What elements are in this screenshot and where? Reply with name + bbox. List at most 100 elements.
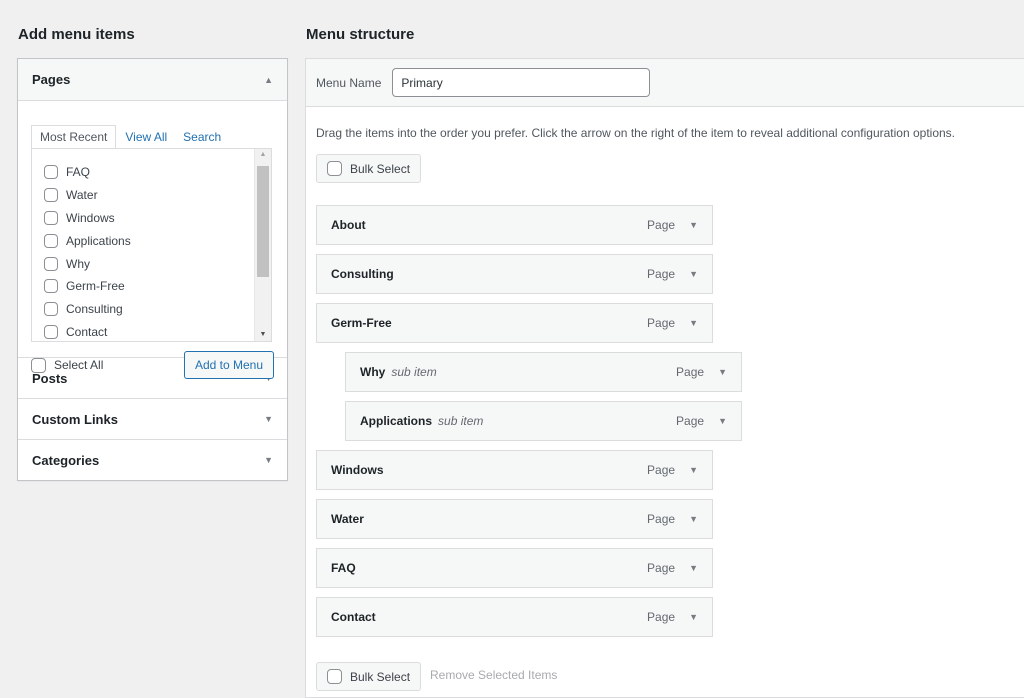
expand-arrow-icon[interactable]: ▼ bbox=[718, 416, 727, 426]
menu-item-title-text: FAQ bbox=[331, 561, 356, 575]
expand-arrow-icon[interactable]: ▼ bbox=[264, 455, 273, 465]
menu-item-title: Germ-Free bbox=[331, 316, 392, 330]
page-checkbox[interactable] bbox=[44, 324, 58, 339]
menu-item-type: Page bbox=[647, 316, 676, 330]
expand-arrow-icon[interactable]: ▼ bbox=[264, 414, 273, 424]
menu-item-title-text: About bbox=[331, 218, 366, 232]
page-checklist-item[interactable]: Germ-Free bbox=[44, 275, 271, 298]
custom-links-section-header[interactable]: Custom Links ▼ bbox=[18, 399, 287, 439]
expand-arrow-icon[interactable]: ▼ bbox=[689, 269, 698, 279]
page-checkbox[interactable] bbox=[44, 188, 58, 203]
menu-item[interactable]: Contact Page ▼ bbox=[316, 597, 713, 637]
collapse-arrow-icon[interactable]: ▲ bbox=[264, 75, 273, 85]
menu-item-title-text: Applications bbox=[360, 414, 433, 428]
menu-name-row: Menu Name bbox=[306, 59, 1024, 107]
bulk-select-button-top[interactable]: Bulk Select bbox=[316, 154, 422, 183]
drag-instructions: Drag the items into the order you prefer… bbox=[316, 126, 956, 140]
page-item-label: Germ-Free bbox=[66, 279, 125, 294]
custom-links-section: Custom Links ▼ bbox=[18, 398, 287, 439]
categories-section-header[interactable]: Categories ▼ bbox=[18, 440, 287, 480]
page-checklist-item[interactable]: FAQ bbox=[44, 161, 271, 184]
tab-most-recent[interactable]: Most Recent bbox=[31, 125, 117, 149]
menu-item-title: Water bbox=[331, 512, 364, 526]
tab-view-all[interactable]: View All bbox=[117, 126, 175, 148]
menu-item-title: Windows bbox=[331, 463, 384, 477]
sub-item-label: sub item bbox=[391, 365, 437, 379]
menu-item[interactable]: Water Page ▼ bbox=[316, 499, 713, 539]
expand-arrow-icon[interactable]: ▼ bbox=[718, 367, 727, 377]
expand-arrow-icon[interactable]: ▼ bbox=[689, 612, 698, 622]
expand-arrow-icon[interactable]: ▼ bbox=[689, 514, 698, 524]
select-all-checkbox[interactable]: Select All bbox=[31, 357, 103, 373]
menu-item-type: Page bbox=[647, 610, 676, 624]
menu-item-controls: Page ▼ bbox=[647, 463, 698, 477]
menu-item-type: Page bbox=[647, 561, 676, 575]
page-item-label: Windows bbox=[66, 210, 115, 225]
page-checklist-item[interactable]: Contact bbox=[44, 321, 271, 341]
menu-item-type: Page bbox=[647, 267, 676, 281]
pages-section-body: Most Recent View All Search FAQ Water Wind… bbox=[18, 101, 287, 379]
page-checkbox[interactable] bbox=[44, 233, 58, 248]
scroll-down-arrow-icon[interactable]: ▼ bbox=[255, 331, 271, 338]
menu-item[interactable]: FAQ Page ▼ bbox=[316, 548, 713, 588]
page-checkbox[interactable] bbox=[44, 279, 58, 294]
menu-item[interactable]: Why sub item Page ▼ bbox=[345, 352, 742, 392]
page-checkbox[interactable] bbox=[44, 210, 58, 225]
menu-item-title-text: Consulting bbox=[331, 267, 394, 281]
page-item-label: Water bbox=[66, 188, 98, 203]
select-all-checkbox-box[interactable] bbox=[31, 357, 46, 373]
expand-arrow-icon[interactable]: ▼ bbox=[689, 220, 698, 230]
menu-item-type: Page bbox=[676, 414, 705, 428]
expand-arrow-icon[interactable]: ▼ bbox=[689, 318, 698, 328]
add-to-menu-button[interactable]: Add to Menu bbox=[183, 351, 274, 379]
page-checklist-item[interactable]: Water bbox=[44, 184, 271, 207]
pages-section-header[interactable]: Pages ▲ bbox=[18, 59, 287, 101]
menu-item-controls: Page ▼ bbox=[647, 316, 698, 330]
page-item-label: Applications bbox=[66, 233, 131, 248]
menu-structure-heading: Menu structure bbox=[306, 26, 415, 43]
tab-search[interactable]: Search bbox=[175, 126, 229, 148]
menu-item-title: Consulting bbox=[331, 267, 394, 281]
menu-item-title-text: Windows bbox=[331, 463, 384, 477]
menu-item-controls: Page ▼ bbox=[647, 610, 698, 624]
page-checklist-item[interactable]: Consulting bbox=[44, 298, 271, 321]
menu-item-title: Why sub item bbox=[360, 365, 437, 379]
bulk-select-checkbox[interactable] bbox=[327, 669, 342, 684]
page-item-label: FAQ bbox=[66, 165, 91, 180]
page-checklist-item[interactable]: Applications bbox=[44, 229, 271, 252]
scroll-up-arrow-icon[interactable]: ▲ bbox=[255, 151, 271, 158]
menu-structure-panel: Menu Name Drag the items into the order … bbox=[305, 58, 1024, 698]
pages-section-title: Pages bbox=[32, 72, 71, 87]
pages-list-scrollbar[interactable]: ▲ ▼ bbox=[254, 149, 271, 341]
menu-name-label: Menu Name bbox=[316, 75, 382, 90]
menu-item[interactable]: Windows Page ▼ bbox=[316, 450, 713, 490]
page-checkbox[interactable] bbox=[44, 165, 58, 180]
expand-arrow-icon[interactable]: ▼ bbox=[689, 465, 698, 475]
menu-item[interactable]: Germ-Free Page ▼ bbox=[316, 303, 713, 343]
menu-item-controls: Page ▼ bbox=[676, 414, 727, 428]
pages-section: Pages ▲ Most Recent View All Search FAQ W… bbox=[18, 59, 287, 379]
menu-item-type: Page bbox=[647, 218, 676, 232]
page-item-label: Why bbox=[66, 256, 90, 271]
remove-selected-items-link[interactable]: Remove Selected Items bbox=[430, 668, 557, 682]
pages-tabs: Most Recent View All Search bbox=[31, 124, 274, 149]
pages-footer: Select All Add to Menu bbox=[31, 351, 274, 379]
bulk-select-checkbox[interactable] bbox=[327, 161, 342, 176]
menu-item-controls: Page ▼ bbox=[647, 561, 698, 575]
bulk-select-button-bottom[interactable]: Bulk Select bbox=[316, 662, 422, 691]
page-item-label: Consulting bbox=[66, 302, 123, 317]
menu-item[interactable]: About Page ▼ bbox=[316, 205, 713, 245]
menu-item-title: About bbox=[331, 218, 366, 232]
categories-section-title: Categories bbox=[32, 452, 100, 468]
page-checklist-item[interactable]: Windows bbox=[44, 207, 271, 230]
page-checkbox[interactable] bbox=[44, 256, 58, 271]
menu-item[interactable]: Applications sub item Page ▼ bbox=[345, 401, 742, 441]
menu-item-type: Page bbox=[647, 463, 676, 477]
menu-name-input[interactable] bbox=[392, 68, 651, 97]
menu-item[interactable]: Consulting Page ▼ bbox=[316, 254, 713, 294]
expand-arrow-icon[interactable]: ▼ bbox=[689, 563, 698, 573]
menu-item-title: Applications sub item bbox=[360, 414, 483, 428]
page-checkbox[interactable] bbox=[44, 302, 58, 317]
page-checklist-item[interactable]: Why bbox=[44, 252, 271, 275]
scrollbar-thumb[interactable] bbox=[257, 166, 269, 277]
